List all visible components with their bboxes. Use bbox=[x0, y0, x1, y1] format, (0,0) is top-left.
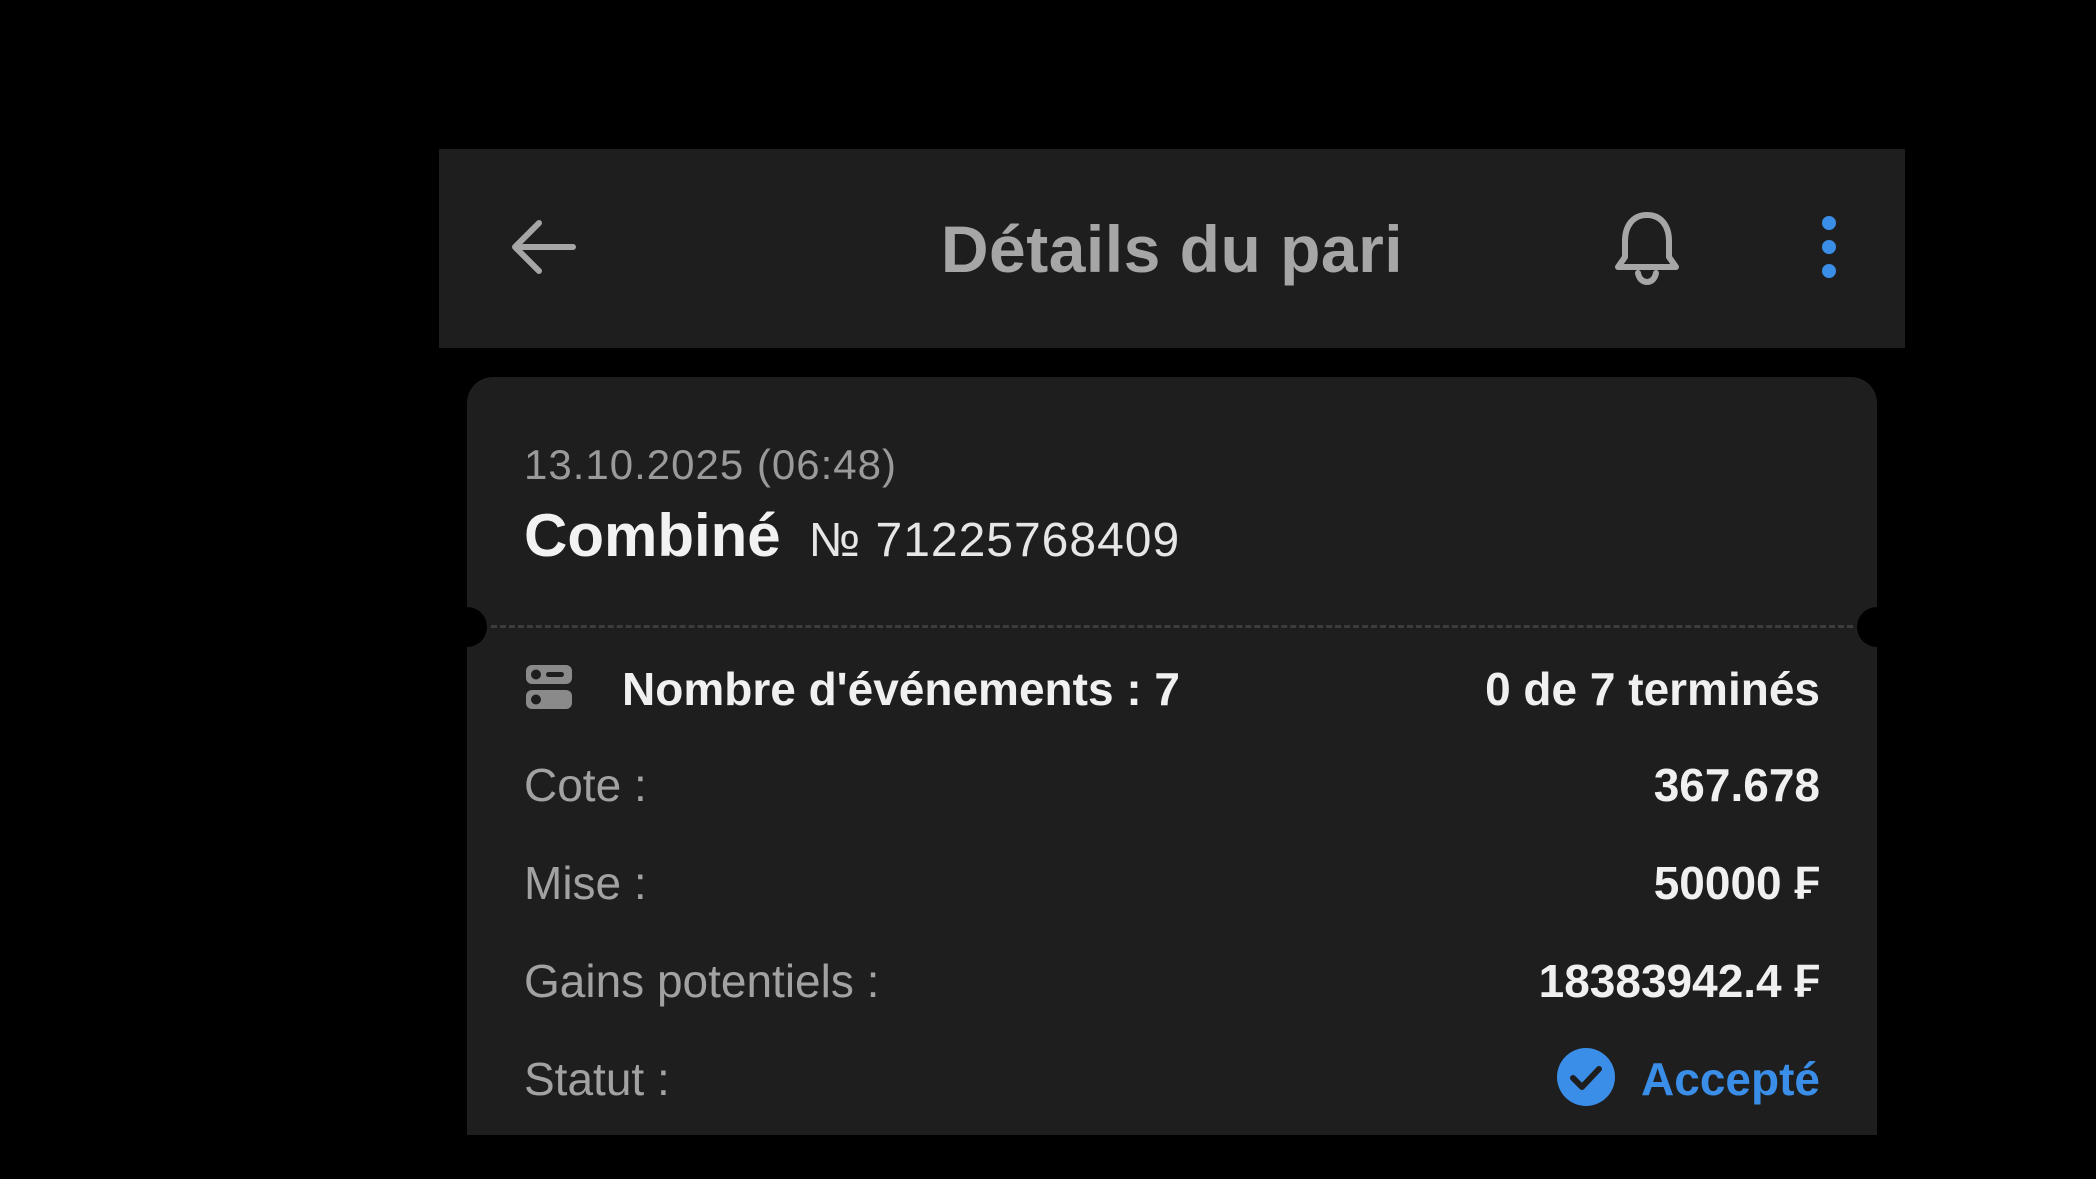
bet-date: 13.10.2025 (06:48) bbox=[524, 441, 897, 488]
bet-title-line: Combiné № 71225768409 bbox=[524, 501, 1180, 570]
bet-type: Combiné bbox=[524, 502, 781, 569]
events-progress: 0 de 7 terminés bbox=[1485, 663, 1820, 715]
stake-value: 50000 ₣ bbox=[1653, 857, 1820, 909]
stake-label: Mise : bbox=[524, 857, 647, 909]
screen: Détails du pari 13.10.2025 (06:48) Combi… bbox=[0, 0, 2096, 1179]
arrow-left-icon bbox=[507, 217, 579, 282]
odds-value: 367.678 bbox=[1653, 759, 1820, 811]
notifications-button[interactable] bbox=[1607, 207, 1687, 291]
events-count-label: Nombre d'événements : 7 bbox=[622, 663, 1180, 715]
potential-winnings-row: Gains potentiels : 18383942.4 ₣ bbox=[524, 951, 1820, 1011]
odds-row: Cote : 367.678 bbox=[524, 755, 1820, 815]
bet-number: № 71225768409 bbox=[808, 514, 1181, 567]
potential-winnings-label: Gains potentiels : bbox=[524, 955, 880, 1007]
bell-icon bbox=[1612, 209, 1682, 290]
status-value: Accepté bbox=[1641, 1053, 1820, 1105]
bet-details-card: 13.10.2025 (06:48) Combiné № 71225768409 bbox=[467, 377, 1877, 1135]
status-row: Statut : Accepté bbox=[524, 1047, 1820, 1111]
ticket-notch-right bbox=[1857, 607, 1877, 647]
check-circle-icon bbox=[1557, 1047, 1616, 1111]
dashed-divider bbox=[491, 625, 1853, 628]
events-list-icon bbox=[524, 662, 574, 717]
more-vertical-icon bbox=[1819, 215, 1839, 284]
more-options-button[interactable] bbox=[1809, 209, 1849, 289]
status-label: Statut : bbox=[524, 1053, 670, 1105]
stake-row: Mise : 50000 ₣ bbox=[524, 853, 1820, 913]
potential-winnings-value: 18383942.4 ₣ bbox=[1538, 955, 1820, 1007]
events-summary: Nombre d'événements : 7 bbox=[524, 662, 1180, 717]
odds-label: Cote : bbox=[524, 759, 647, 811]
app-header: Détails du pari bbox=[439, 149, 1905, 348]
status-badge: Accepté bbox=[1557, 1047, 1820, 1111]
ticket-notch-left bbox=[467, 607, 487, 647]
back-button[interactable] bbox=[503, 209, 583, 289]
events-row[interactable]: Nombre d'événements : 7 0 de 7 terminés bbox=[524, 659, 1820, 719]
